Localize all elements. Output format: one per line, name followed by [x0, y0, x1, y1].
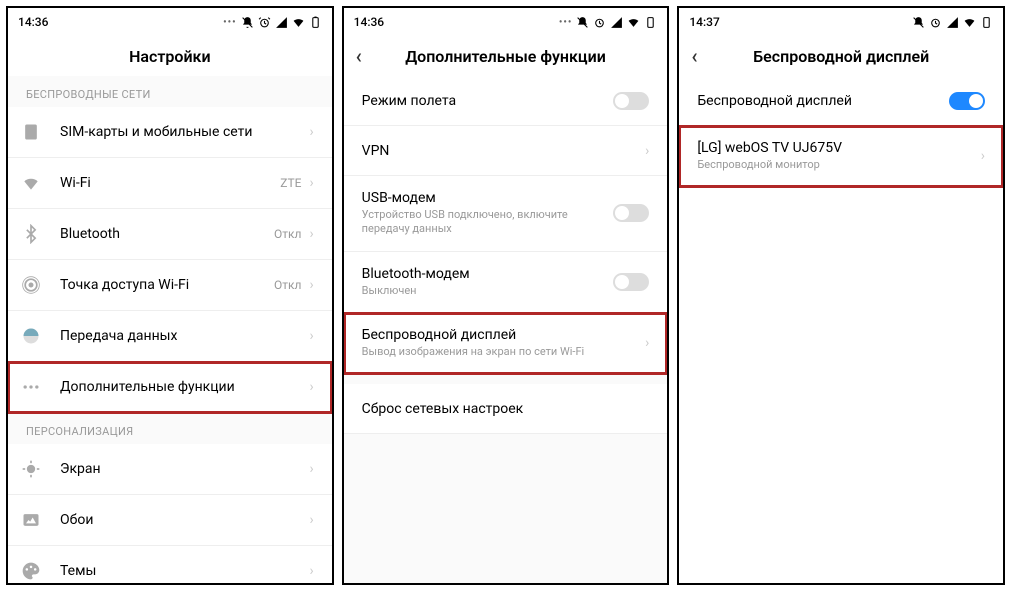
status-bar: 14:36 ••• [8, 8, 332, 36]
clock: 14:36 [354, 15, 384, 29]
status-icons: ••• [559, 16, 658, 29]
header: Настройки [8, 36, 332, 76]
row-bt-modem[interactable]: Bluetooth-модем Выключен [344, 252, 668, 313]
chevron-right-icon: › [309, 461, 313, 477]
status-icons [912, 16, 993, 29]
signal-icon [946, 16, 959, 29]
settings-list[interactable]: БЕСПРОВОДНЫЕ СЕТИ SIM-карты и мобильные … [8, 76, 332, 583]
wdisp-list[interactable]: Беспроводной дисплей [LG] webOS TV UJ675… [679, 76, 1003, 583]
battery-icon [309, 16, 322, 29]
row-wdisp-toggle[interactable]: Беспроводной дисплей [679, 76, 1003, 126]
row-themes[interactable]: Темы › [8, 546, 332, 583]
header: ‹ Беспроводной дисплей [679, 36, 1003, 76]
row-airplane[interactable]: Режим полета [344, 76, 668, 126]
more-list[interactable]: Режим полета VPN › USB-модем Устройство … [344, 76, 668, 583]
row-hotspot[interactable]: Точка доступа Wi-Fi Откл › [8, 260, 332, 311]
more-icon [20, 376, 42, 398]
row-wallpaper[interactable]: Обои › [8, 495, 332, 546]
battery-icon [980, 16, 993, 29]
row-bluetooth[interactable]: Bluetooth Откл › [8, 209, 332, 260]
status-icons: ••• [223, 16, 322, 29]
chevron-right-icon: › [309, 379, 313, 395]
chevron-right-icon: › [309, 563, 313, 579]
wallpaper-icon [20, 509, 42, 531]
battery-icon [644, 16, 657, 29]
page-title: Беспроводной дисплей [753, 47, 929, 66]
section-wireless: БЕСПРОВОДНЫЕ СЕТИ [8, 76, 332, 107]
screen-wireless-display: 14:37 ‹ Беспроводной дисплей Беспроводно… [677, 6, 1005, 585]
chevron-right-icon: › [309, 175, 313, 191]
wifi-icon [963, 16, 976, 29]
bt-modem-toggle[interactable] [613, 273, 649, 291]
page-title: Настройки [129, 47, 211, 66]
back-button[interactable]: ‹ [691, 44, 697, 68]
row-data[interactable]: Передача данных › [8, 311, 332, 362]
page-title: Дополнительные функции [405, 47, 606, 66]
chevron-right-icon: › [645, 335, 649, 351]
usb-toggle[interactable] [613, 204, 649, 222]
row-vpn[interactable]: VPN › [344, 126, 668, 176]
alarm-icon [258, 16, 271, 29]
alarm-icon [593, 16, 606, 29]
signal-icon [610, 16, 623, 29]
clock: 14:36 [18, 15, 48, 29]
row-device[interactable]: [LG] webOS TV UJ675V Беспроводной монито… [679, 126, 1003, 187]
data-icon [20, 325, 42, 347]
wifi-icon [292, 16, 305, 29]
section-personalization: ПЕРСОНАЛИЗАЦИЯ [8, 413, 332, 444]
screen-settings: 14:36 ••• Настройки БЕСПРОВОДНЫЕ СЕТИ SI… [6, 6, 334, 585]
row-display[interactable]: Экран › [8, 444, 332, 495]
chevron-right-icon: › [645, 143, 649, 159]
row-wireless-display[interactable]: Беспроводной дисплей Вывод изображения н… [344, 313, 668, 374]
row-reset-network[interactable]: Сброс сетевых настроек [344, 384, 668, 434]
signal-icon [275, 16, 288, 29]
clock: 14:37 [689, 15, 719, 29]
row-wifi[interactable]: Wi-Fi ZTE › [8, 158, 332, 209]
chevron-right-icon: › [309, 328, 313, 344]
airplane-toggle[interactable] [613, 92, 649, 110]
chevron-right-icon: › [981, 148, 985, 164]
status-bar: 14:36 ••• [344, 8, 668, 36]
sim-icon [20, 121, 42, 143]
row-more[interactable]: Дополнительные функции › [8, 362, 332, 413]
wifi-icon [20, 172, 42, 194]
bell-off-icon [241, 16, 254, 29]
status-bar: 14:37 [679, 8, 1003, 36]
row-usb-modem[interactable]: USB-модем Устройство USB подключено, вкл… [344, 176, 668, 252]
wdisp-toggle[interactable] [949, 92, 985, 110]
row-sim[interactable]: SIM-карты и мобильные сети › [8, 107, 332, 158]
display-icon [20, 458, 42, 480]
chevron-right-icon: › [309, 277, 313, 293]
themes-icon [20, 560, 42, 582]
header: ‹ Дополнительные функции [344, 36, 668, 76]
back-button[interactable]: ‹ [356, 44, 362, 68]
chevron-right-icon: › [309, 512, 313, 528]
chevron-right-icon: › [309, 226, 313, 242]
hotspot-icon [20, 274, 42, 296]
wifi-icon [627, 16, 640, 29]
bell-off-icon [576, 16, 589, 29]
bell-off-icon [912, 16, 925, 29]
bluetooth-icon [20, 223, 42, 245]
chevron-right-icon: › [309, 124, 313, 140]
screen-more: 14:36 ••• ‹ Дополнительные функции Режим… [342, 6, 670, 585]
alarm-icon [929, 16, 942, 29]
